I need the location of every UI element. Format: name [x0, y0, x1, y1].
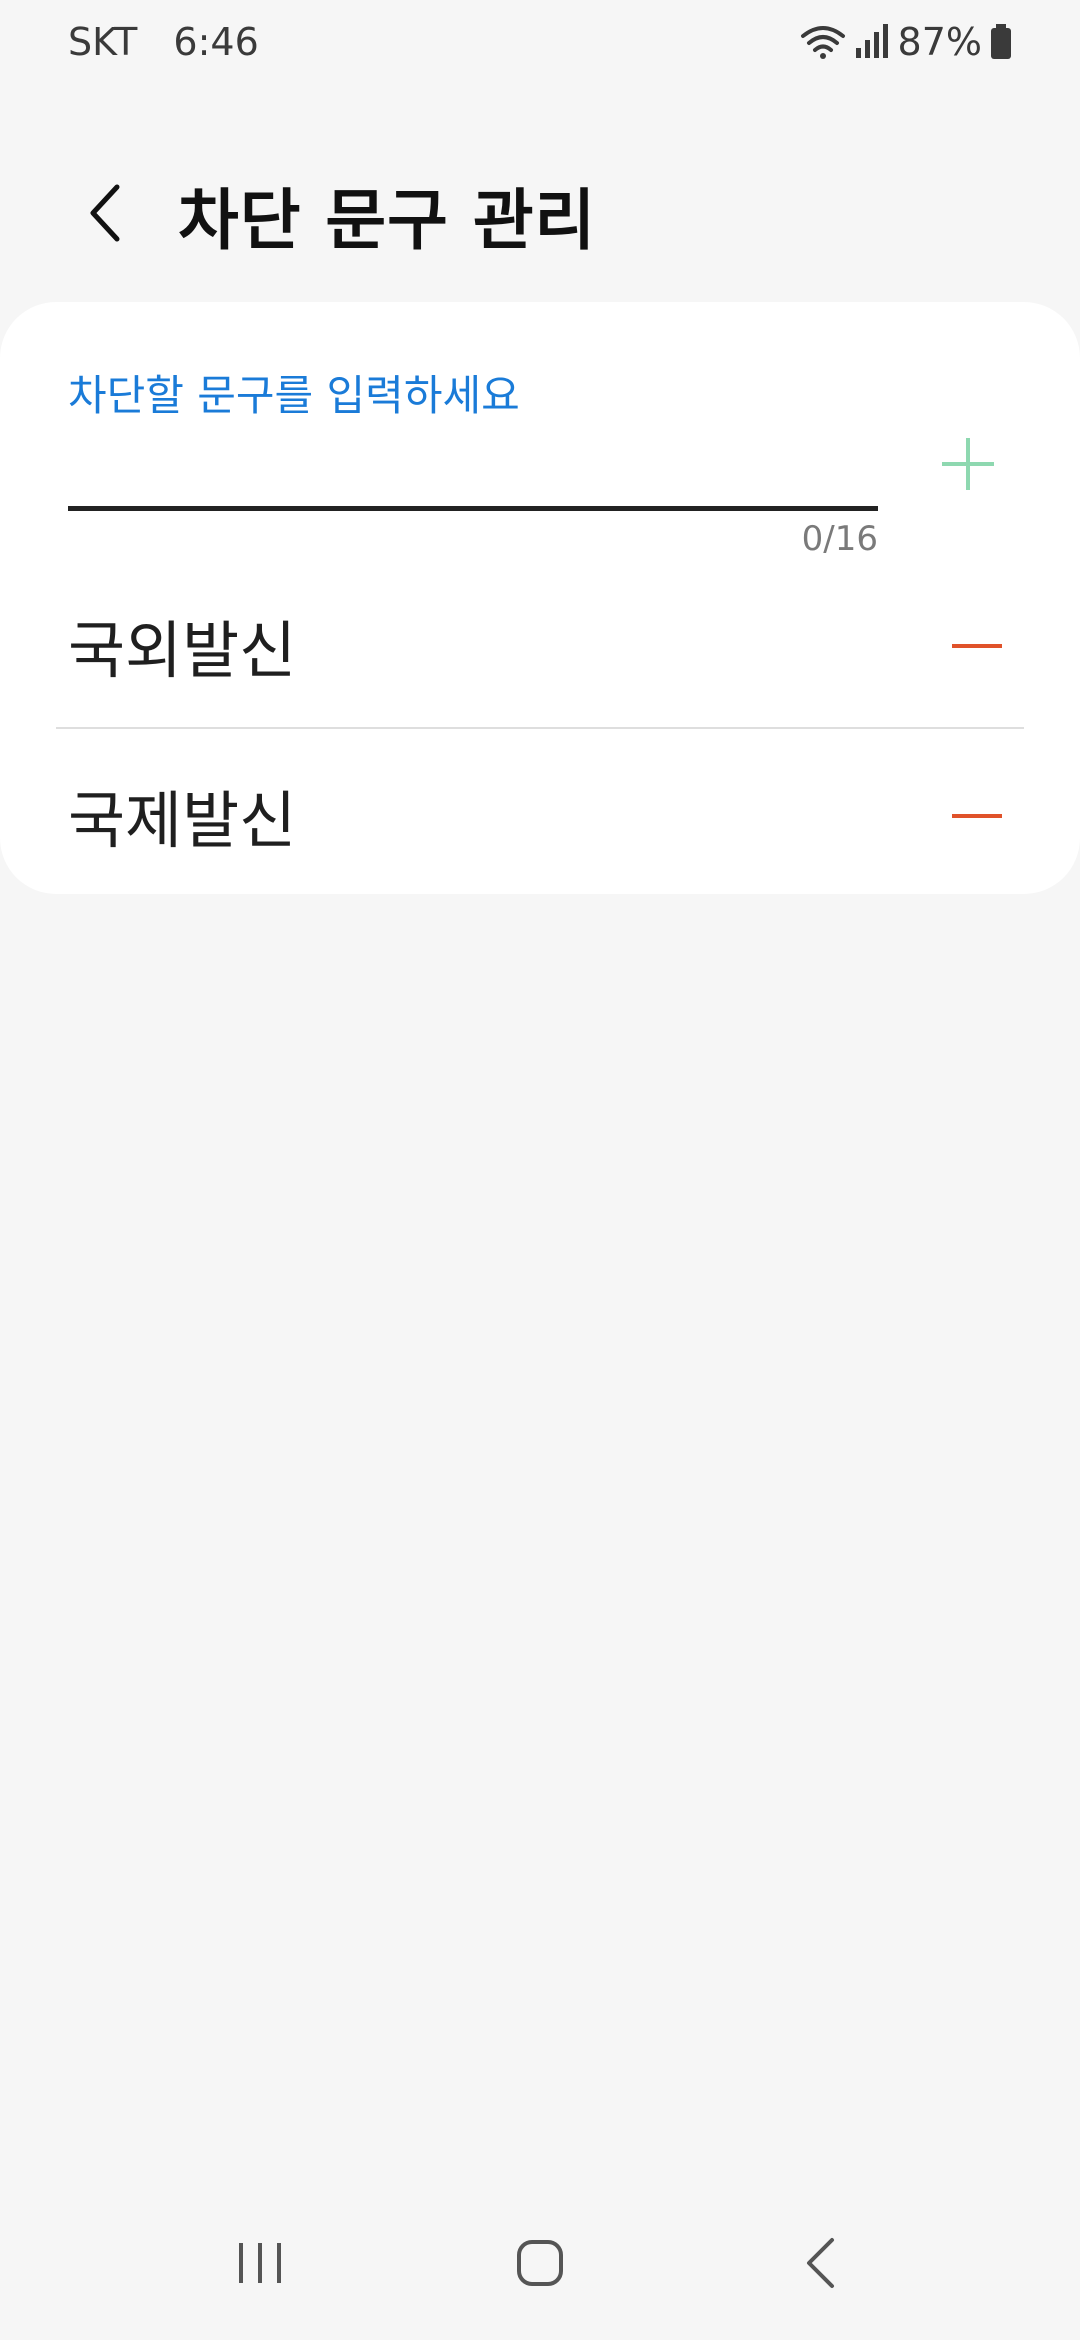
status-bar: SKT 6:46 87%: [0, 0, 1080, 84]
back-button[interactable]: [60, 170, 150, 260]
status-right: 87%: [800, 20, 1012, 64]
battery-percent: 87%: [897, 20, 982, 64]
add-phrase-button[interactable]: [934, 432, 1002, 500]
signal-icon: [854, 22, 890, 62]
screen: SKT 6:46 87% 차단 문구 관리 차단할 문구를 입력하세요 0/16…: [0, 0, 1080, 2340]
list-item: 국제발신: [0, 730, 1080, 900]
minus-icon: [951, 806, 1003, 825]
chevron-left-icon: [85, 183, 125, 247]
input-label: 차단할 문구를 입력하세요: [68, 371, 520, 420]
navigation-bar: [0, 2190, 1080, 2340]
home-icon: [515, 2238, 565, 2292]
divider: [56, 727, 1024, 729]
minus-icon: [951, 636, 1003, 655]
recents-button[interactable]: [200, 2215, 320, 2315]
app-bar: 차단 문구 관리: [0, 150, 1080, 280]
status-left: SKT 6:46: [68, 20, 259, 64]
carrier-label: SKT: [68, 20, 138, 64]
phrase-label: 국제발신: [68, 784, 297, 857]
phrase-label: 국외발신: [68, 614, 297, 687]
wifi-icon: [800, 22, 846, 62]
input-block: 차단할 문구를 입력하세요 0/16: [68, 362, 878, 559]
back-nav-button[interactable]: [760, 2215, 880, 2315]
remove-phrase-button[interactable]: [942, 610, 1012, 680]
home-button[interactable]: [480, 2215, 600, 2315]
page-title: 차단 문구 관리: [178, 182, 597, 259]
remove-phrase-button[interactable]: [942, 780, 1012, 850]
time-label: 6:46: [173, 20, 259, 64]
blocked-phrases-card: 차단할 문구를 입력하세요 0/16 국외발신 국제발신: [0, 302, 1080, 894]
recents-icon: [235, 2240, 285, 2290]
back-icon: [803, 2237, 837, 2293]
list-item: 국외발신: [0, 560, 1080, 730]
char-counter: 0/16: [801, 519, 878, 559]
plus-icon: [940, 436, 996, 496]
battery-icon: [990, 24, 1012, 60]
phrase-input[interactable]: [68, 453, 878, 511]
